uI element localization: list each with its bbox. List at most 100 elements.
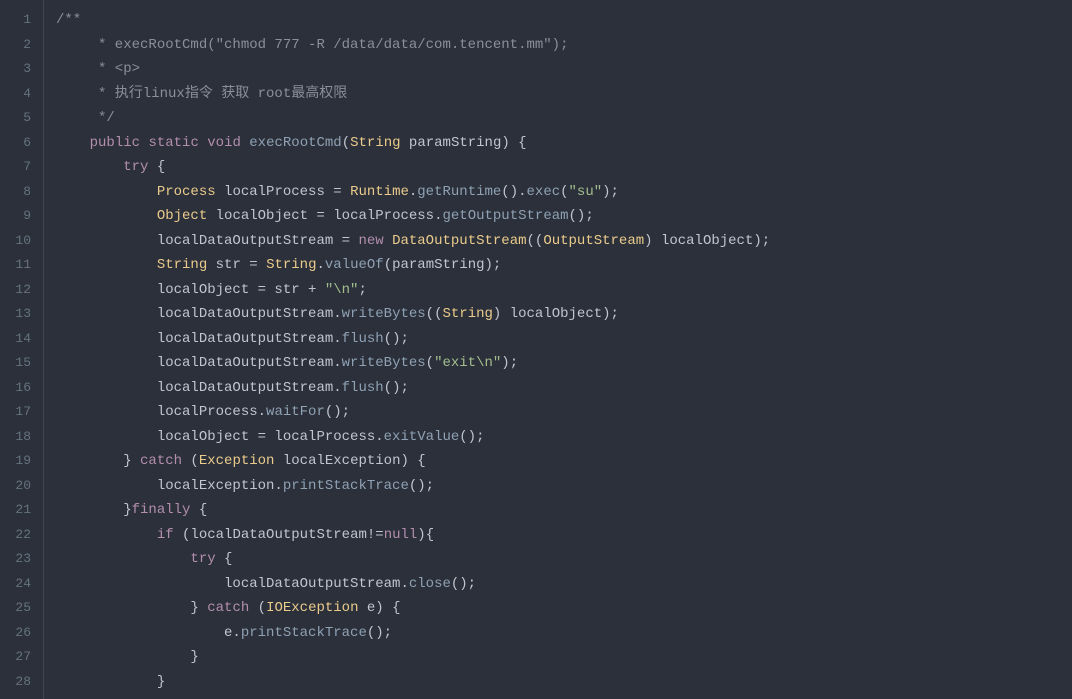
code-editor[interactable]: 1234567891011121314151617181920212223242… [0, 0, 1072, 699]
code-token: String [157, 257, 207, 273]
code-token: (). [501, 184, 526, 200]
code-token: (( [527, 233, 544, 249]
code-line[interactable]: localDataOutputStream.flush(); [56, 376, 1072, 401]
code-line[interactable]: }finally { [56, 498, 1072, 523]
code-token: . [316, 257, 324, 273]
line-number: 23 [8, 547, 31, 572]
code-token: valueOf [325, 257, 384, 273]
code-line[interactable]: public static void execRootCmd(String pa… [56, 131, 1072, 156]
line-number: 6 [8, 131, 31, 156]
code-token: localDataOutputStream. [56, 355, 342, 371]
code-line[interactable]: localException.printStackTrace(); [56, 474, 1072, 499]
code-token: execRootCmd [249, 135, 341, 151]
code-token: ( [342, 135, 350, 151]
line-number: 4 [8, 82, 31, 107]
line-number: 26 [8, 621, 31, 646]
line-number: 12 [8, 278, 31, 303]
code-line[interactable]: * 执行linux指令 获取 root最高权限 [56, 82, 1072, 107]
code-token: * 执行linux指令 获取 root最高权限 [56, 86, 347, 102]
code-line[interactable]: * execRootCmd("chmod 777 -R /data/data/c… [56, 33, 1072, 58]
code-line[interactable]: localObject = str + "\n"; [56, 278, 1072, 303]
code-line[interactable]: localDataOutputStream.close(); [56, 572, 1072, 597]
code-line[interactable]: String str = String.valueOf(paramString)… [56, 253, 1072, 278]
code-token: localException. [56, 478, 283, 494]
line-number: 19 [8, 449, 31, 474]
code-line[interactable]: } catch (IOException e) { [56, 596, 1072, 621]
code-token: (); [367, 625, 392, 641]
code-line[interactable]: localDataOutputStream.flush(); [56, 327, 1072, 352]
code-token: localObject = str + [56, 282, 325, 298]
code-token: finally [132, 502, 191, 518]
code-token: printStackTrace [283, 478, 409, 494]
code-token: (); [569, 208, 594, 224]
code-token: Exception [199, 453, 275, 469]
code-token: getRuntime [417, 184, 501, 200]
code-token: } [56, 649, 199, 665]
code-token: Object [157, 208, 207, 224]
line-number: 3 [8, 57, 31, 82]
line-number: 15 [8, 351, 31, 376]
code-line[interactable]: } [56, 670, 1072, 695]
code-line[interactable]: e.printStackTrace(); [56, 621, 1072, 646]
code-token: ( [249, 600, 266, 616]
code-line[interactable]: localObject = localProcess.exitValue(); [56, 425, 1072, 450]
code-line[interactable]: /** [56, 8, 1072, 33]
code-line[interactable]: try { [56, 547, 1072, 572]
code-token: (); [384, 331, 409, 347]
code-token: ; [358, 282, 366, 298]
code-line[interactable]: Object localObject = localProcess.getOut… [56, 204, 1072, 229]
code-token: Runtime [350, 184, 409, 200]
code-token: ( [560, 184, 568, 200]
code-token: try [190, 551, 215, 567]
code-line[interactable]: localDataOutputStream.writeBytes((String… [56, 302, 1072, 327]
code-token [56, 159, 123, 175]
code-token: OutputStream [543, 233, 644, 249]
line-number: 13 [8, 302, 31, 327]
code-line[interactable]: localDataOutputStream.writeBytes("exit\n… [56, 351, 1072, 376]
code-line[interactable]: Process localProcess = Runtime.getRuntim… [56, 180, 1072, 205]
code-token: ); [602, 184, 619, 200]
code-token: void [207, 135, 241, 151]
code-token: ){ [417, 527, 434, 543]
line-number: 21 [8, 498, 31, 523]
code-token: } [56, 674, 165, 690]
code-token: } [56, 502, 132, 518]
code-token: localDataOutputStream. [56, 306, 342, 322]
line-number: 8 [8, 180, 31, 205]
code-line[interactable]: localProcess.waitFor(); [56, 400, 1072, 425]
code-token: writeBytes [342, 355, 426, 371]
code-token: DataOutputStream [392, 233, 526, 249]
code-token: { [148, 159, 165, 175]
code-line[interactable]: localDataOutputStream = new DataOutputSt… [56, 229, 1072, 254]
line-number: 25 [8, 596, 31, 621]
code-line[interactable]: try { [56, 155, 1072, 180]
code-line[interactable]: */ [56, 106, 1072, 131]
code-token: { [190, 502, 207, 518]
code-token: public [90, 135, 140, 151]
code-line[interactable]: * <p> [56, 57, 1072, 82]
code-line[interactable]: if (localDataOutputStream!=null){ [56, 523, 1072, 548]
code-token: (); [384, 380, 409, 396]
code-line[interactable]: } [56, 645, 1072, 670]
code-token: */ [56, 110, 115, 126]
code-token: e. [56, 625, 241, 641]
code-token: ) localObject); [644, 233, 770, 249]
code-token: localObject = localProcess. [207, 208, 442, 224]
code-token: (paramString); [384, 257, 502, 273]
code-token [56, 527, 157, 543]
code-token: IOException [266, 600, 358, 616]
code-token: getOutputStream [443, 208, 569, 224]
code-token: localDataOutputStream. [56, 576, 409, 592]
code-token: String [266, 257, 316, 273]
code-line[interactable]: } catch (Exception localException) { [56, 449, 1072, 474]
code-token: localDataOutputStream = [56, 233, 358, 249]
line-number: 27 [8, 645, 31, 670]
code-token: (localDataOutputStream!= [174, 527, 384, 543]
code-token: str = [207, 257, 266, 273]
code-token: (); [459, 429, 484, 445]
code-token: localException) { [274, 453, 425, 469]
line-number: 7 [8, 155, 31, 180]
code-area[interactable]: /** * execRootCmd("chmod 777 -R /data/da… [44, 0, 1072, 699]
code-token: exitValue [384, 429, 460, 445]
code-token: /** [56, 12, 81, 28]
